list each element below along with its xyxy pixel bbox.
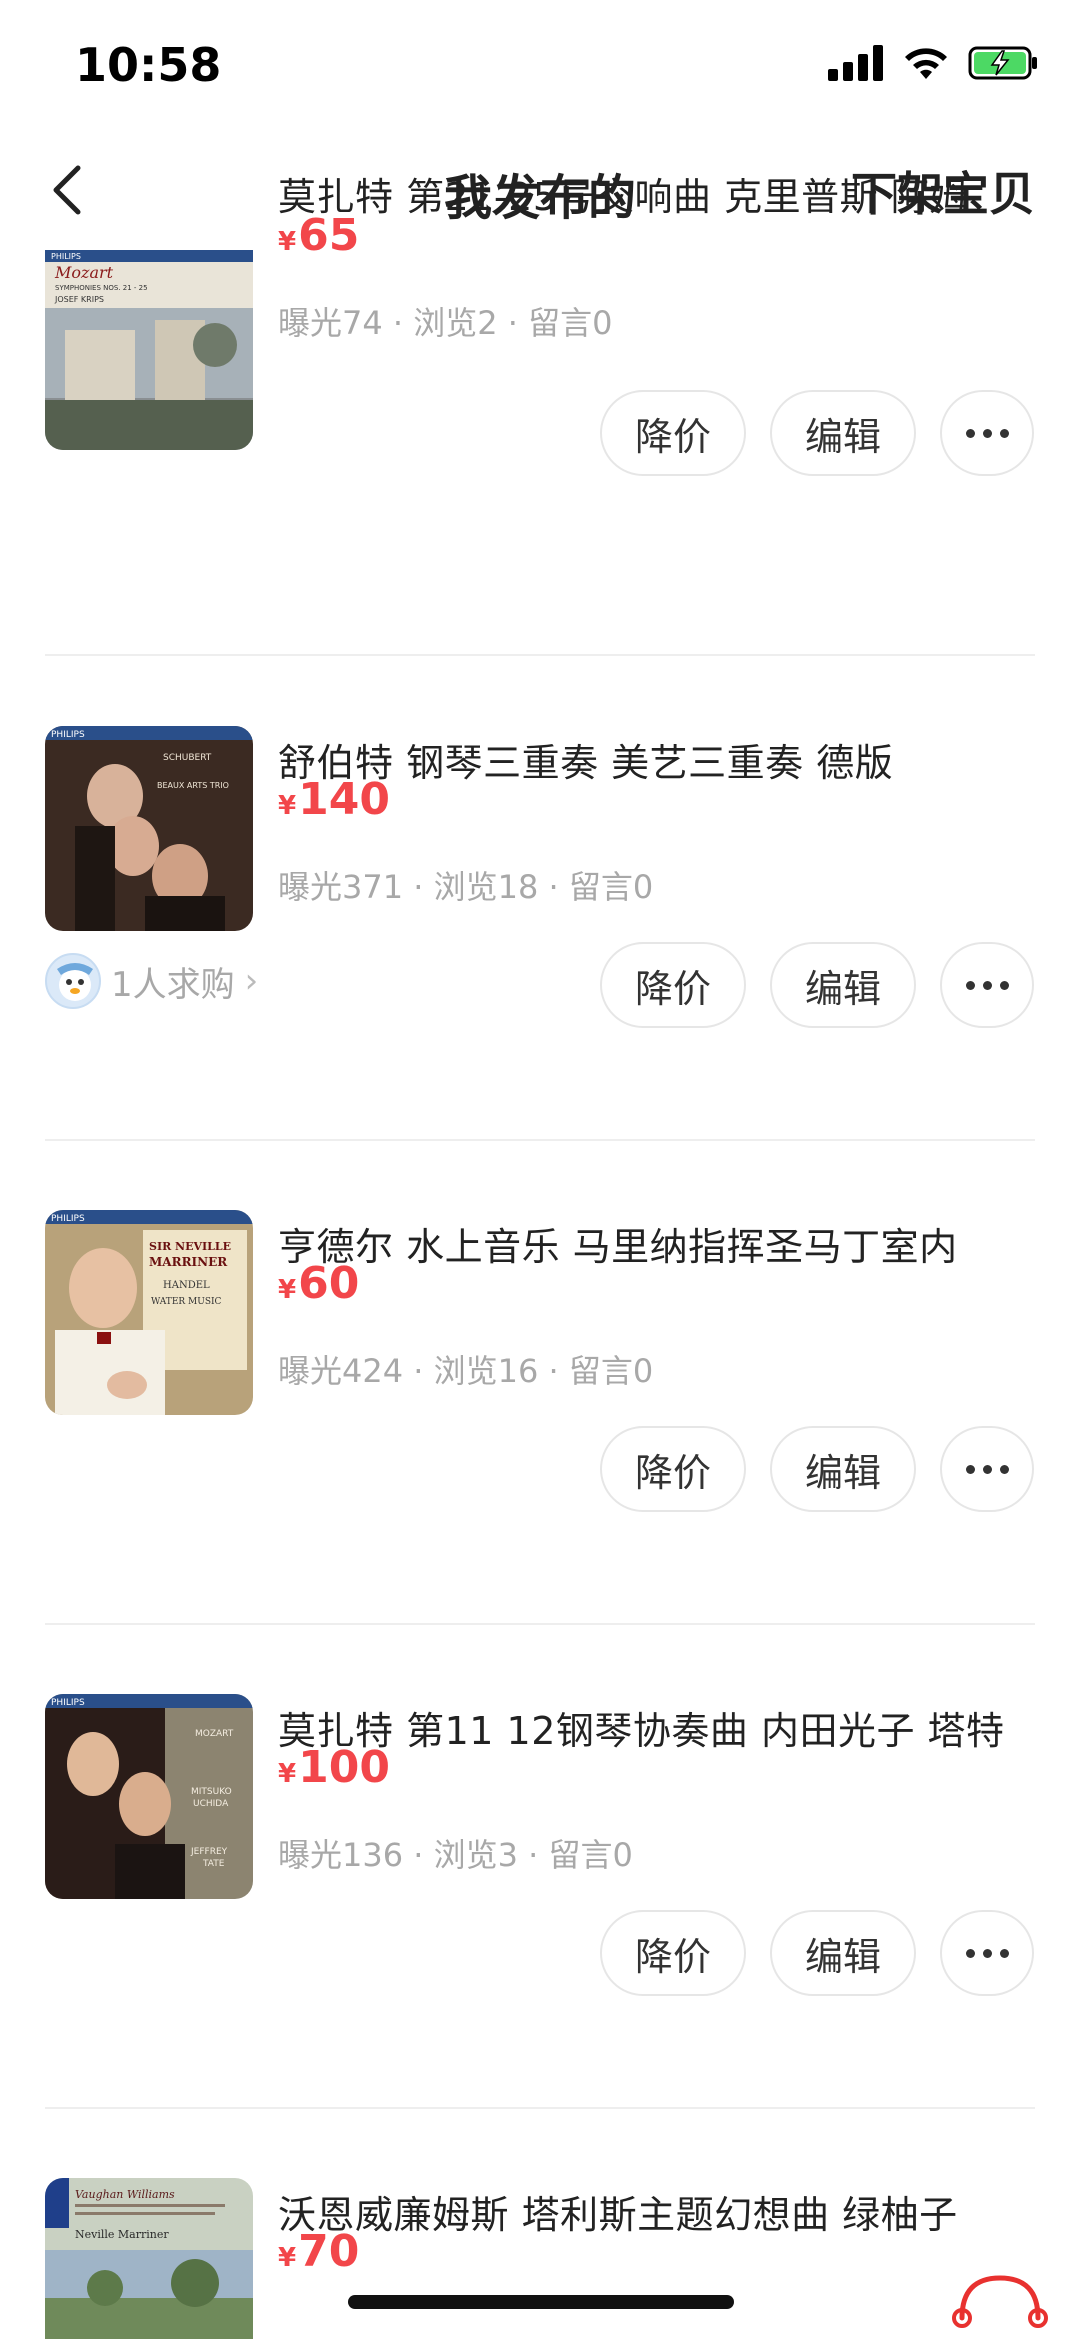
price-value: 60 (298, 1258, 360, 1309)
price-value: 65 (298, 210, 360, 261)
cover-label: Mozart (54, 263, 114, 282)
buyer-count: 1人求购 (111, 964, 235, 1005)
more-options-button[interactable] (940, 1426, 1034, 1512)
item-price: ¥70 (278, 2226, 359, 2277)
item-stats: 曝光371 · 浏览18 · 留言0 (278, 868, 654, 906)
more-options-button[interactable] (940, 1910, 1034, 1996)
edit-button[interactable]: 编辑 (770, 942, 916, 1028)
item-price: ¥60 (278, 1258, 359, 1309)
status-bar: 10:58 (0, 0, 1080, 130)
cover-label: BEAUX ARTS TRIO (157, 781, 229, 790)
signal-icon (828, 45, 883, 81)
cover-label: SCHUBERT (163, 753, 212, 763)
item-thumbnail[interactable]: PHILIPS MOZART MITSUKO UCHIDA JEFFREY TA… (45, 1694, 253, 1899)
divider (45, 2107, 1035, 2109)
cover-label: SIR NEVILLE (149, 1240, 231, 1253)
divider (45, 654, 1035, 656)
chevron-right-icon: › (244, 961, 259, 1001)
cover-label: UCHIDA (193, 1799, 229, 1809)
edit-button[interactable]: 编辑 (770, 390, 916, 476)
divider (45, 1623, 1035, 1625)
wifi-icon (905, 48, 947, 79)
buyer-interest[interactable]: 1人求购 › (45, 953, 258, 1009)
price-value: 70 (298, 2226, 360, 2277)
cover-label: WATER MUSIC (151, 1297, 222, 1307)
more-icon (965, 1948, 1009, 1958)
price-value: 140 (298, 774, 390, 825)
item-stats: 曝光424 · 浏览16 · 留言0 (278, 1352, 654, 1390)
item-price: ¥100 (278, 1742, 390, 1793)
reduce-price-button[interactable]: 降价 (600, 942, 746, 1028)
more-icon (965, 1464, 1009, 1474)
cover-label: SYMPHONIES NOS. 21 - 25 (55, 284, 148, 292)
reduce-price-button[interactable]: 降价 (600, 390, 746, 476)
cover-label: MOZART (195, 1729, 234, 1739)
cover-label: PHILIPS (51, 252, 81, 261)
headphones-icon[interactable] (950, 2270, 1050, 2330)
currency-symbol: ¥ (278, 2243, 297, 2273)
cover-label: Neville Marriner (75, 2228, 169, 2241)
album-cover-image: PHILIPS SCHUBERT BEAUX ARTS TRIO (45, 726, 253, 931)
cover-label: HANDEL (163, 1280, 210, 1291)
item-title[interactable]: 沃恩威廉姆斯 塔利斯主题幻想曲 绿柚子 (278, 2184, 958, 2239)
divider (45, 1139, 1035, 1141)
item-price: ¥140 (278, 774, 390, 825)
item-title[interactable]: 亨德尔 水上音乐 马里纳指挥圣马丁室内 (278, 1216, 958, 1271)
price-value: 100 (298, 1742, 390, 1793)
item-title[interactable]: 莫扎特 第21-25号交响曲 克里普斯 阿姆 (278, 166, 968, 221)
reduce-price-button[interactable]: 降价 (600, 1426, 746, 1512)
album-cover-image: PHILIPS SIR NEVILLE MARRINER HANDEL WATE… (45, 1210, 253, 1415)
battery-charging-icon (968, 46, 1037, 80)
cover-label: PHILIPS (51, 1214, 85, 1224)
album-cover-image: PHILIPS Mozart SYMPHONIES NOS. 21 - 25 J… (45, 250, 253, 450)
album-cover-image: PHILIPS MOZART MITSUKO UCHIDA JEFFREY TA… (45, 1694, 253, 1899)
item-stats: 曝光74 · 浏览2 · 留言0 (278, 304, 613, 342)
more-icon (965, 980, 1009, 990)
status-icons (828, 45, 1040, 81)
currency-symbol: ¥ (278, 1759, 297, 1789)
cover-label: Vaughan Williams (75, 2188, 175, 2201)
cover-label: PHILIPS (51, 1698, 85, 1708)
album-cover-image: Vaughan Williams Neville Marriner (45, 2178, 253, 2339)
reduce-price-button[interactable]: 降价 (600, 1910, 746, 1996)
more-options-button[interactable] (940, 390, 1034, 476)
edit-button[interactable]: 编辑 (770, 1426, 916, 1512)
more-options-button[interactable] (940, 942, 1034, 1028)
item-thumbnail[interactable]: PHILIPS SCHUBERT BEAUX ARTS TRIO (45, 726, 253, 931)
cover-label: MARRINER (149, 1255, 228, 1269)
currency-symbol: ¥ (278, 1275, 297, 1305)
status-time: 10:58 (75, 38, 222, 92)
home-indicator (348, 2295, 734, 2309)
item-price: ¥65 (278, 210, 359, 261)
avatar (45, 953, 101, 1009)
currency-symbol: ¥ (278, 791, 297, 821)
cover-label: JOSEF KRIPS (54, 295, 104, 304)
currency-symbol: ¥ (278, 227, 297, 257)
cover-label: MITSUKO (191, 1787, 232, 1797)
cover-label: JEFFREY (190, 1847, 228, 1857)
item-thumbnail[interactable]: PHILIPS SIR NEVILLE MARRINER HANDEL WATE… (45, 1210, 253, 1415)
cover-label: TATE (202, 1859, 225, 1869)
item-thumbnail[interactable]: Vaughan Williams Neville Marriner (45, 2178, 253, 2339)
more-icon (965, 428, 1009, 438)
item-stats: 曝光136 · 浏览3 · 留言0 (278, 1836, 633, 1874)
cover-label: PHILIPS (51, 730, 85, 740)
item-thumbnail[interactable]: PHILIPS Mozart SYMPHONIES NOS. 21 - 25 J… (45, 250, 253, 450)
edit-button[interactable]: 编辑 (770, 1910, 916, 1996)
